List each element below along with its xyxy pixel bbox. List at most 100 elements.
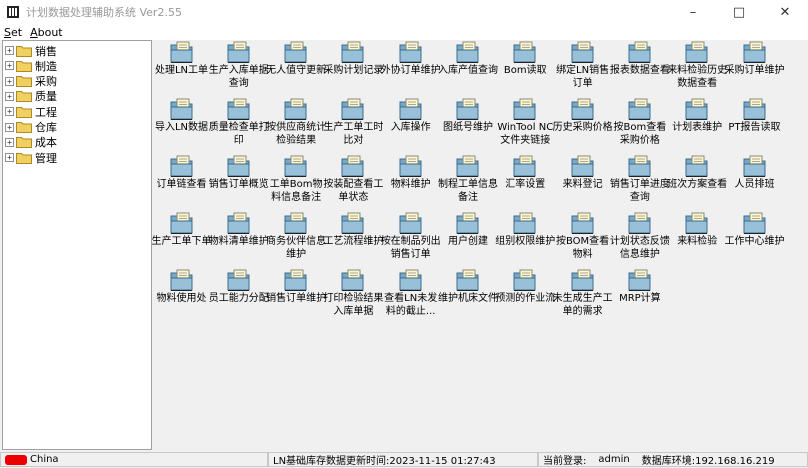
folder-document-icon [399,41,422,63]
function-tile[interactable]: 生产工单下单 [152,211,212,267]
folder-document-icon [513,155,536,177]
function-tile[interactable]: 历史采购价格 [553,97,613,153]
tree-item[interactable]: + 销售 [5,43,57,58]
folder-document-icon [685,212,708,234]
function-tile[interactable]: 按在制品列出销售订单 [381,211,441,267]
function-tile[interactable]: 销售订单进度查询 [610,154,670,210]
function-tile-label: 人员排班 [734,179,775,190]
function-tile[interactable]: 制程工单信息备注 [438,154,498,210]
function-tile[interactable]: 导入LN数据 [153,97,210,153]
function-tile[interactable]: 工作中心维护 [724,211,785,267]
function-tile[interactable]: 按Bom查看采购价格 [611,97,668,153]
expand-icon[interactable]: + [5,76,14,86]
menu-set[interactable]: Set [0,26,26,39]
folder-document-icon [456,98,479,120]
function-tile[interactable]: 查看LN未发料的截止... [382,268,439,324]
function-tile[interactable]: 物料使用处 [153,268,210,324]
function-tile[interactable]: 按供应商统计检验结果 [266,97,326,153]
expand-icon[interactable]: + [5,153,14,163]
function-tile[interactable]: 入库操作 [382,97,439,153]
function-tile[interactable]: 销售订单维护 [266,268,326,324]
maximize-button[interactable]: □ [716,0,762,24]
folder-document-icon [399,98,422,120]
tree-item-label: 采购 [35,75,57,89]
function-tile[interactable]: 质量检查单打印 [209,97,269,153]
folder-document-icon [571,269,594,291]
tree-item[interactable]: + 管理 [5,150,57,165]
tree-item[interactable]: + 成本 [5,135,57,150]
folder-document-icon [399,212,422,234]
function-tile-label: 入库操作 [390,122,431,133]
function-tile[interactable]: 汇率设置 [497,154,554,210]
function-tile[interactable]: 预测的作业流 [495,268,555,324]
tree-item[interactable]: + 采购 [5,74,57,89]
function-tile[interactable]: 绑定LN销售订单 [554,40,611,96]
function-tile[interactable]: 商务伙伴信息维护 [266,211,326,267]
expand-icon[interactable]: + [5,91,14,101]
function-tile[interactable]: 工单Bom物料信息备注 [268,154,325,210]
function-tile[interactable]: 来料检验 [669,211,726,267]
function-tile-label: WinTool NC文件夹链接 [497,122,554,146]
function-tile[interactable]: 外协订单维护 [381,40,441,96]
expand-icon[interactable]: + [5,107,14,117]
folder-document-icon [284,98,307,120]
folder-icon [16,76,32,88]
menu-about[interactable]: About [26,26,67,39]
function-tile[interactable]: PT报告读取 [726,97,783,153]
function-tile[interactable]: 维护机床文件 [438,268,498,324]
function-tile[interactable]: 计划状态反馈信息维护 [610,211,670,267]
function-tile[interactable]: 计划表维护 [669,97,726,153]
function-tile[interactable]: 物料维护 [382,154,439,210]
function-tile[interactable]: 未生成生产工单的需求 [553,268,613,324]
function-tile[interactable]: 处理LN工单 [153,40,210,96]
function-tile[interactable]: WinTool NC文件夹链接 [497,97,554,153]
function-tile[interactable]: 人员排班 [726,154,783,210]
expand-icon[interactable]: + [5,61,14,71]
minimize-button[interactable]: – [670,0,716,24]
folder-document-icon [571,41,594,63]
function-tile[interactable]: 来料检验历史数据查看 [667,40,727,96]
function-tile[interactable]: 无人值守更新 [266,40,327,96]
module-tree[interactable]: + 销售 + 制造 + 采购 + 质量 + 工程 + 仓库 + 成本 + 管理 [2,40,152,450]
folder-document-icon [456,212,479,234]
folder-document-icon [628,98,651,120]
function-tile[interactable]: 入库产值查询 [438,40,498,96]
function-tile[interactable]: 用户创建 [440,211,497,267]
function-tile[interactable]: 工艺流程维护 [323,211,383,267]
function-tile[interactable]: 来料登记 [554,154,611,210]
folder-document-icon [743,98,765,120]
folder-icon [16,106,32,118]
function-tile-label: 导入LN数据 [154,122,209,133]
function-tile[interactable]: MRP计算 [611,268,668,324]
function-tile[interactable]: 物料清单维护 [209,211,269,267]
tree-item[interactable]: + 质量 [5,89,57,104]
function-tile[interactable]: Bom读取 [497,40,554,96]
function-tile[interactable]: 采购计划记录 [323,40,383,96]
function-tile-label: 处理LN工单 [154,65,209,76]
expand-icon[interactable]: + [5,46,14,55]
function-tile[interactable]: 班次方案查看 [667,154,727,210]
function-tile[interactable]: 员工能力分配 [209,268,269,324]
function-tile[interactable]: 销售订单概览 [209,154,269,210]
expand-icon[interactable]: + [5,137,14,147]
tree-item-label: 工程 [35,105,57,119]
close-button[interactable]: ✕ [762,0,808,24]
function-tile[interactable]: 生产工单工时比对 [323,97,383,153]
function-tile-label: 生产入库单据查询 [208,65,269,89]
function-tile-label: 工作中心维护 [724,236,785,247]
function-tile[interactable]: 订单链查看 [153,154,210,210]
function-tile[interactable]: 生产入库单据查询 [208,40,269,96]
function-tile[interactable]: 按装配查看工单状态 [323,154,383,210]
expand-icon[interactable]: + [5,122,14,132]
function-tile[interactable]: 图纸号维护 [440,97,497,153]
function-tile[interactable]: 打印检验结果入库单据 [323,268,383,324]
tree-item[interactable]: + 工程 [5,104,57,119]
tree-item[interactable]: + 制造 [5,58,57,73]
function-tile[interactable]: 组别权限维护 [495,211,555,267]
function-tile[interactable]: 报表数据查看 [610,40,670,96]
function-tile[interactable]: 按BOM查看物料 [554,211,611,267]
function-tile-label: 汇率设置 [505,179,546,190]
tree-item[interactable]: + 仓库 [5,120,57,135]
function-tile[interactable]: 采购订单维护 [725,40,785,96]
function-tile-label: 无人值守更新 [266,65,327,76]
